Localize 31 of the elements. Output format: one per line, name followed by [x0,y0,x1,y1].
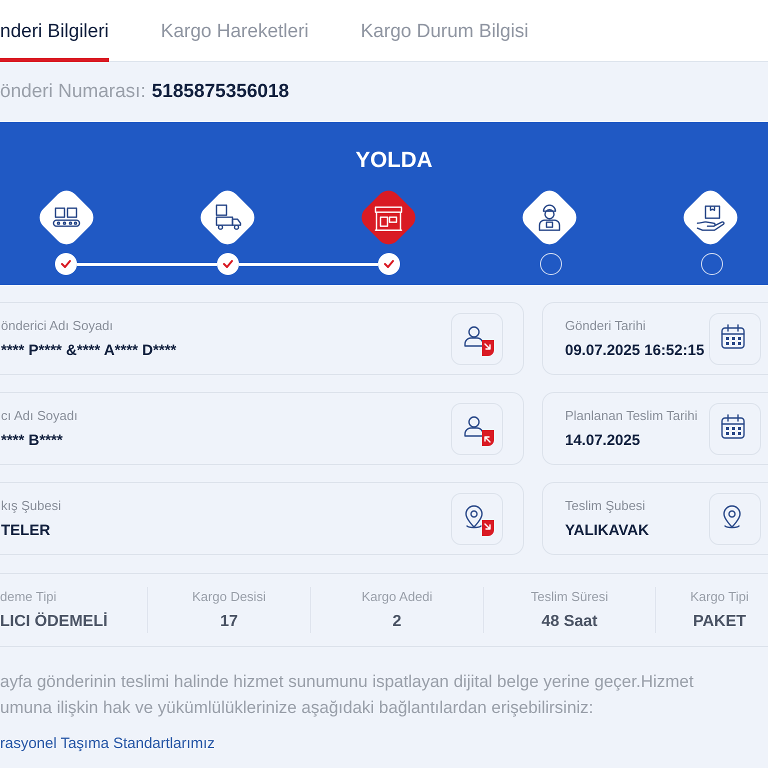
field-value: 09.07.2025 16:52:15 [565,342,704,359]
summary-label: Teslim Süresi [530,589,608,604]
summary-label: deme Tipi [0,589,56,604]
field-value: **** P**** &**** A**** D**** [1,342,176,359]
notice-text: ayfa gönderinin teslimi halinde hizmet sunumunu ispatlayan dijital belge yerine geçer.Hizmet umuna ilişkin hak ve yükümlülüklerinize aşağıdaki bağlantılardan erişebilirsiniz: [0,671,695,719]
summary-label: Kargo Adedi [362,589,432,604]
field-value: **** B**** [1,432,64,449]
standards-link[interactable]: rasyonel Taşıma Standartlarımız [0,735,215,752]
check-icon [60,258,72,270]
field-label: Gönderi Tarihi [565,318,647,333]
field-value: 14.07.2025 [565,432,642,449]
summary-value: LICI ÖDEMELİ [0,613,108,631]
field-label: önderici Adı Soyadı [1,318,114,333]
field-value: TELER [1,522,52,539]
shipment-number: 5185875356018 [152,81,290,103]
check-icon [383,258,395,270]
shipment-number-label: önderi Numarası: [0,81,146,103]
status-title: YOLDA [356,147,432,173]
field-value: YALIKAVAK [565,522,649,539]
field-label: Planlanan Teslim Tarihi [565,408,698,423]
summary-value: 17 [220,613,238,631]
summary-value: 2 [392,613,402,631]
field-label: kış Şubesi [1,498,61,513]
field-label: Teslim Şubesi [565,498,646,513]
summary-label: Kargo Desisi [192,589,266,604]
tab[interactable]: nderi Bilgileri [0,0,109,62]
summary-label: Kargo Tipi [690,589,749,604]
field-label: cı Adı Soyadı [1,408,78,423]
summary-value: PAKET [692,613,746,631]
check-icon [222,258,234,270]
summary-value: 48 Saat [541,613,598,631]
